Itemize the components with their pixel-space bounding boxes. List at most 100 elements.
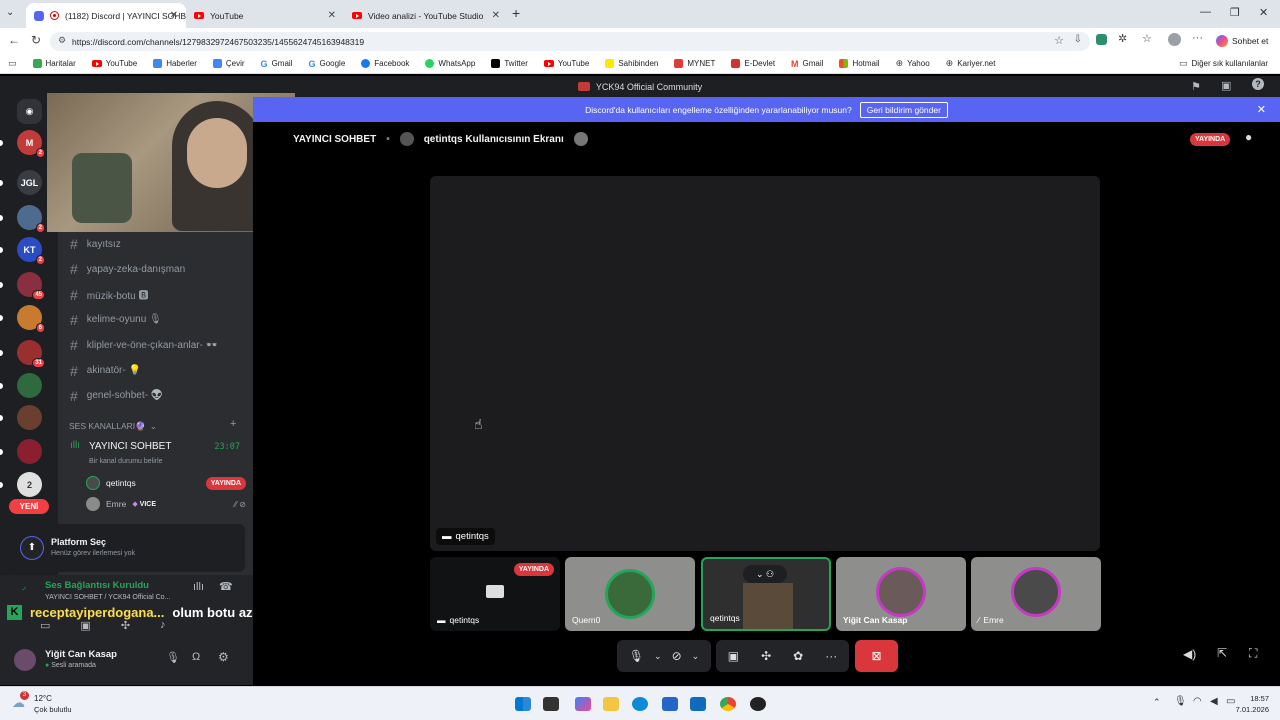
bookmark-item[interactable]: Haberler — [153, 59, 197, 68]
close-banner-icon[interactable]: ✕ — [1257, 103, 1266, 116]
participant-tile[interactable]: Yiğit Can Kasap — [836, 557, 966, 631]
start-icon[interactable] — [515, 697, 531, 711]
activities-icon[interactable]: ✣ — [761, 649, 771, 663]
soundboard-icon[interactable]: ✿ — [793, 649, 803, 663]
bookmark-item[interactable]: G Google — [308, 59, 345, 69]
bookmark-item[interactable]: Twitter — [491, 59, 528, 68]
connection-subtitle[interactable]: YAYINCI SOHBET / YCK94 Official Co... — [45, 594, 170, 601]
new-tab-button[interactable]: + — [512, 5, 520, 21]
participant-tile[interactable]: Quern0 — [565, 557, 695, 631]
microphone-icon[interactable]: 🎙 — [629, 649, 644, 663]
close-tab-icon[interactable]: ✕ — [328, 10, 336, 21]
server-icon[interactable] — [17, 405, 42, 430]
bookmark-item[interactable]: Hotmail — [839, 59, 880, 68]
participant-tile-screen[interactable]: YAYINDA ▬ qetintqs — [430, 557, 560, 631]
close-window-icon[interactable]: ✕ — [1259, 6, 1268, 19]
url-field[interactable]: ⚙ https://discord.com/channels/127983297… — [50, 32, 1090, 51]
copilot-chat-button[interactable]: Sohbet et — [1212, 31, 1274, 51]
camera-icon[interactable]: ▭ — [40, 619, 50, 639]
server-icon[interactable]: 2 — [17, 205, 45, 233]
bookmark-item[interactable]: G Gmail — [261, 59, 293, 69]
bookmark-item[interactable]: YouTube — [91, 59, 137, 68]
bookmark-item[interactable]: Sahibinden — [605, 59, 658, 68]
back-icon[interactable]: ← — [8, 33, 20, 47]
text-channel[interactable]: # klipler-ve-öne-çıkan-anlar- 👓 — [70, 334, 246, 356]
text-channel[interactable]: # genel-sohbet- 👽 — [70, 385, 246, 407]
tab-youtube-studio[interactable]: Video analizi - YouTube Studio ✕ — [344, 3, 508, 28]
reload-icon[interactable]: ↻ — [31, 33, 41, 47]
chrome-icon[interactable] — [720, 697, 736, 711]
channel-status[interactable]: Bir kanal durumu belirle — [89, 458, 163, 465]
wifi-icon[interactable]: ◠ — [1193, 696, 1202, 707]
inbox-icon[interactable]: ▣ — [1221, 79, 1231, 92]
bookmark-item[interactable]: ⊕ Yahoo — [896, 58, 930, 69]
leave-call-button[interactable]: ⊠ — [855, 640, 898, 672]
headphones-icon[interactable]: Ω — [192, 651, 200, 663]
outlook-icon[interactable] — [690, 697, 706, 711]
close-tab-icon[interactable]: ✕ — [492, 10, 500, 21]
copilot-icon[interactable] — [575, 697, 591, 711]
obs-icon[interactable] — [750, 697, 766, 711]
chat-bubble-icon[interactable]: ● — [1245, 130, 1252, 144]
camera-off-icon[interactable]: ⊘ — [672, 649, 682, 663]
bookmark-item[interactable]: E-Devlet — [731, 59, 775, 68]
bookmark-item[interactable]: M Gmail — [791, 59, 823, 69]
voice-member[interactable]: qetintqs YAYINDA — [86, 474, 246, 492]
stream-controls[interactable]: ⌄ ⚇ — [743, 565, 787, 583]
server-icon[interactable]: 6 — [17, 305, 45, 333]
pin-icon[interactable]: ⚑ — [1191, 80, 1201, 93]
server-icon[interactable]: JGL — [17, 170, 42, 195]
extensions-puzzle-icon[interactable]: ✲ — [1118, 32, 1127, 45]
profile-avatar[interactable] — [1168, 33, 1181, 46]
server-icon[interactable]: 2 — [17, 472, 42, 497]
bookmark-item[interactable]: Facebook — [361, 59, 409, 68]
bookmark-item[interactable]: YouTube — [543, 59, 589, 68]
disconnect-icon[interactable]: ☎ — [219, 580, 233, 593]
tab-list-icon[interactable]: ⌄ — [6, 7, 14, 18]
clock-time[interactable]: 18:57 — [1236, 694, 1269, 703]
tab-youtube[interactable]: YouTube ✕ — [186, 3, 344, 28]
favorite-star-icon[interactable]: ☆ — [1054, 34, 1064, 47]
store-icon[interactable] — [662, 697, 678, 711]
collections-icon[interactable]: ☆ — [1142, 32, 1152, 45]
reading-list-icon[interactable]: ▭ — [8, 58, 17, 69]
other-bookmarks[interactable]: ▭ Diğer sık kullanılanlar — [1179, 58, 1268, 69]
server-icon[interactable]: 31 — [17, 340, 45, 368]
tray-mic-icon[interactable]: 🎙 — [1174, 696, 1187, 707]
discord-home-icon[interactable]: ◉ — [17, 99, 42, 124]
participant-tile-active[interactable]: ⌄ ⚇ qetintqs — [701, 557, 831, 631]
extension-icon[interactable] — [1096, 34, 1107, 45]
microphone-icon[interactable]: 🎙 — [166, 651, 180, 664]
participant-tile[interactable]: ⁄ Emre — [971, 557, 1101, 631]
voice-category[interactable]: SES KANALLARI🔮 ⌄ — [69, 421, 157, 432]
edge-icon[interactable] — [632, 697, 648, 711]
clock-date[interactable]: 7.01.2026 — [1226, 705, 1269, 714]
server-icon[interactable]: KT 2 — [17, 237, 45, 265]
text-channel[interactable]: # akinatör- 💡 — [70, 360, 246, 382]
server-icon[interactable]: 45 — [17, 272, 45, 300]
restore-icon[interactable]: ❐ — [1230, 6, 1240, 19]
tray-chevron-icon[interactable]: ⌃ — [1153, 697, 1161, 708]
voice-member[interactable]: Emre ◆ VICE ⁄⁄ ⊘ — [86, 495, 246, 513]
minimize-icon[interactable]: — — [1200, 6, 1211, 18]
bookmark-item[interactable]: Çevir — [212, 59, 245, 68]
bookmark-item[interactable]: Haritalar — [32, 59, 76, 68]
server-icon[interactable] — [17, 439, 42, 464]
task-view-icon[interactable] — [543, 697, 559, 711]
site-info-icon[interactable]: ⚙ — [58, 35, 66, 46]
user-info[interactable]: Yiğit Can Kasap ● Sesli aramada 🎙 Ω ⚙ — [14, 645, 244, 675]
chevron-down-icon[interactable]: ⌄ — [654, 651, 662, 662]
activity-icon[interactable]: ✣ — [121, 619, 130, 639]
voice-channel-yayinci-sohbet[interactable]: ıllı YAYINCI SOHBET 23:07 Bir kanal duru… — [70, 440, 246, 472]
text-channel[interactable]: # yapay-zeka-danışman — [70, 258, 246, 280]
volume-icon[interactable]: ◀) — [1183, 647, 1196, 661]
speaker-icon[interactable]: ◀ — [1210, 696, 1218, 707]
text-channel[interactable]: # kayıtsız — [70, 233, 246, 255]
add-channel-icon[interactable]: + — [230, 418, 236, 430]
weather-widget[interactable]: ☁ 3 — [10, 691, 32, 713]
noise-suppression-icon[interactable]: ıllı — [193, 581, 204, 593]
pop-out-icon[interactable]: ⇱ — [1217, 646, 1227, 660]
screen-share-icon[interactable]: ▣ — [80, 619, 90, 639]
new-badge[interactable]: YENİ — [9, 499, 49, 514]
bookmark-item[interactable]: ⊕ Kariyer.net — [946, 58, 996, 69]
